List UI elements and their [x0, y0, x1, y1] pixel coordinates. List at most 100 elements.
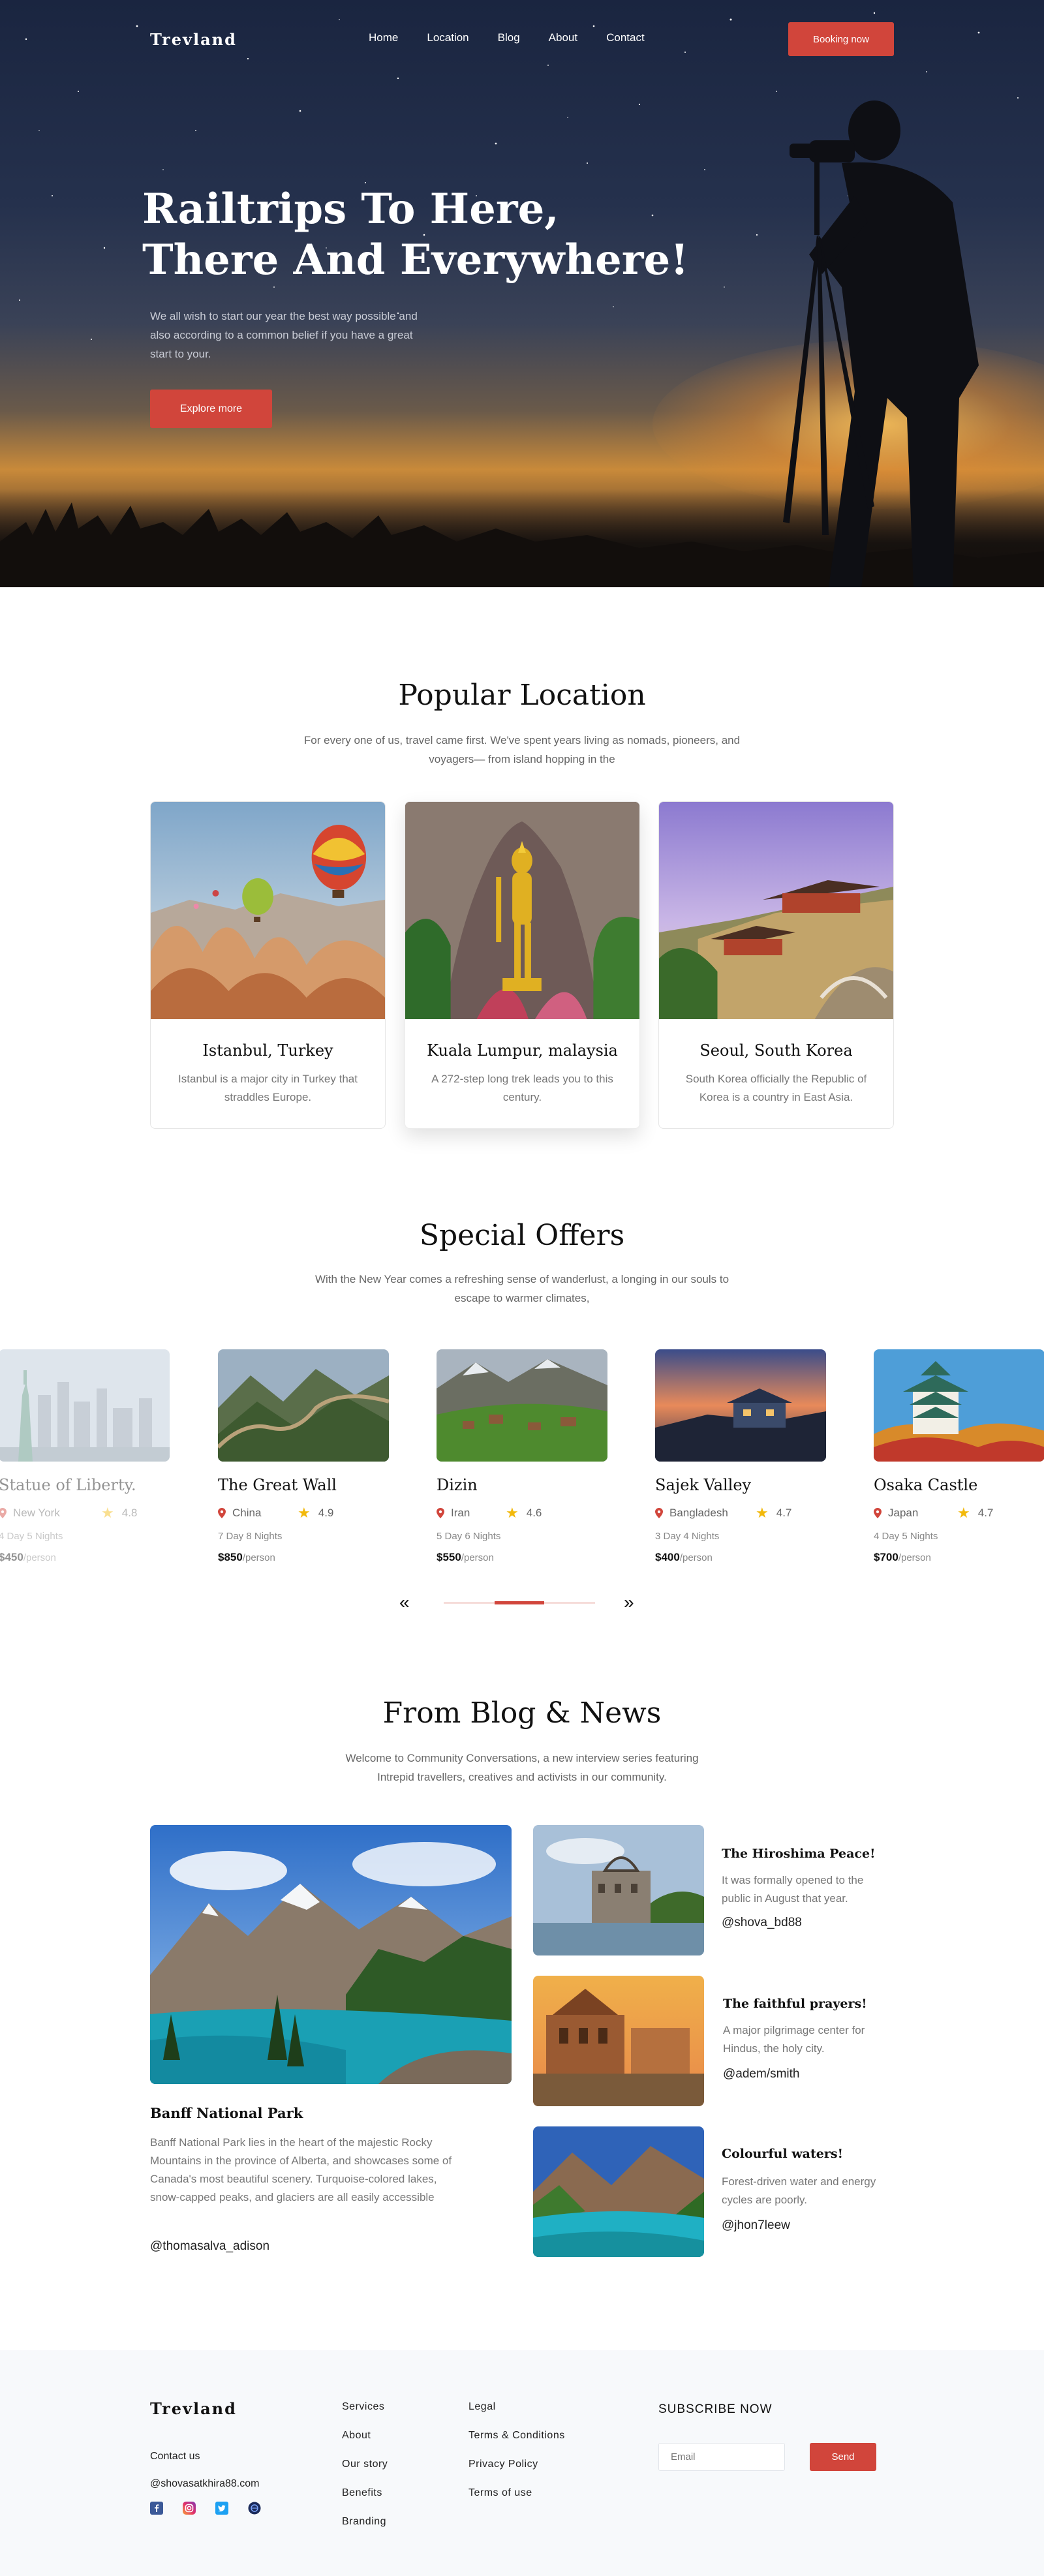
offer-duration: 5 Day 6 Nights	[437, 1531, 501, 1542]
nav-home[interactable]: Home	[369, 31, 398, 44]
offer-title: Dizin	[437, 1476, 478, 1494]
blog-main-author[interactable]: @thomasalva_adison	[150, 2239, 269, 2254]
footer-link-our-story[interactable]: Our story	[342, 2459, 388, 2470]
offer-duration: 4 Day 5 Nights	[0, 1531, 63, 1542]
special-offers-title: Special Offers	[419, 1219, 625, 1252]
slider-progress-track[interactable]	[444, 1601, 595, 1604]
nav-blog[interactable]: Blog	[498, 31, 520, 44]
footer-link-about[interactable]: About	[342, 2430, 371, 2442]
offer-country: China	[232, 1507, 262, 1519]
twitter-icon[interactable]	[215, 2502, 228, 2515]
blog-post-desc: It was formally opened to the public in …	[722, 1874, 864, 1905]
blog-title: From Blog & News	[382, 1696, 662, 1730]
location-card-seoul[interactable]: Seoul, South Korea South Korea officiall…	[658, 801, 894, 1129]
offer-title: Statue of Liberty.	[0, 1476, 136, 1494]
offer-rating: 4.8	[121, 1507, 138, 1519]
kuala-lumpur-statue-image	[405, 802, 639, 1019]
footer-link-branding[interactable]: Branding	[342, 2516, 386, 2528]
slider-next-button[interactable]: »	[624, 1592, 634, 1613]
footer-link-terms-of-use[interactable]: Terms of use	[468, 2487, 532, 2499]
offer-card-sajek-valley[interactable]: Sajek Valley Bangladesh ★ 4.7 3 Day 4 Ni…	[655, 1349, 826, 1564]
blog-main-image[interactable]	[150, 1825, 512, 2084]
blog-post-image-waters[interactable]	[533, 2126, 704, 2257]
blog-post-desc: A major pilgrimage center for Hindus, th…	[723, 2024, 865, 2055]
blog-post-author[interactable]: @shova_bd88	[722, 1916, 802, 1930]
offer-title: The Great Wall	[218, 1476, 337, 1494]
footer-link-privacy-policy[interactable]: Privacy Policy	[468, 2459, 538, 2470]
offer-meta: Iran ★ 4.6	[437, 1505, 607, 1522]
site-footer: Trevland Contact us @shovasatkhira88.com…	[0, 2350, 1044, 2576]
instagram-icon[interactable]	[183, 2502, 196, 2515]
nav-location[interactable]: Location	[427, 31, 468, 44]
blog-post-title[interactable]: The faithful prayers!	[723, 1997, 867, 2011]
offer-country: Iran	[451, 1507, 470, 1519]
social-links	[150, 2502, 261, 2515]
location-pin-icon	[874, 1508, 882, 1518]
top-navigation: Trevland Home Location Blog About Contac…	[0, 0, 1044, 78]
popular-location-subtitle: For every one of us, travel came first. …	[303, 734, 741, 765]
offer-title: Sajek Valley	[655, 1476, 752, 1494]
globe-icon[interactable]	[248, 2502, 261, 2515]
nav-contact[interactable]: Contact	[606, 31, 645, 44]
location-card-kuala-lumpur[interactable]: Kuala Lumpur, malaysia A 272-step long t…	[405, 801, 640, 1129]
offer-price-unit: /person	[461, 1552, 494, 1563]
offer-price-unit: /person	[898, 1552, 931, 1563]
hero-lead: We all wish to start our year the best w…	[150, 310, 418, 360]
offer-meta: Japan ★ 4.7	[874, 1505, 1044, 1522]
location-pin-icon	[0, 1508, 7, 1518]
offer-meta: Bangladesh ★ 4.7	[655, 1505, 826, 1522]
offer-price-value: $550	[437, 1551, 461, 1563]
offer-card-great-wall[interactable]: The Great Wall China ★ 4.9 7 Day 8 Night…	[218, 1349, 389, 1564]
blog-post-author[interactable]: @jhon7leew	[722, 2218, 790, 2233]
footer-logo[interactable]: Trevland	[150, 2399, 237, 2418]
offer-price-value: $700	[874, 1551, 898, 1563]
blog-post-author[interactable]: @adem/smith	[723, 2067, 800, 2081]
offer-price-unit: /person	[679, 1552, 713, 1563]
offer-duration: 3 Day 4 Nights	[655, 1531, 720, 1542]
holy-city-image	[533, 1976, 704, 2106]
subscribe-email-input[interactable]	[658, 2443, 785, 2471]
footer-link-services[interactable]: Services	[342, 2401, 384, 2413]
great-wall-image	[218, 1349, 389, 1462]
nav-about[interactable]: About	[549, 31, 577, 44]
footer-link-legal[interactable]: Legal	[468, 2401, 496, 2413]
offer-price: $450/person	[0, 1551, 170, 1564]
hero-title-line-1: Railtrips To Here,	[142, 185, 559, 234]
brand-logo[interactable]: Trevland	[150, 30, 237, 49]
location-card-istanbul[interactable]: Istanbul, Turkey Istanbul is a major cit…	[150, 801, 386, 1129]
offer-rating: 4.7	[776, 1507, 792, 1519]
slider-prev-button[interactable]: «	[399, 1592, 410, 1613]
statue-of-liberty-image	[0, 1349, 170, 1462]
offer-card-osaka-castle[interactable]: Osaka Castle Japan ★ 4.7 4 Day 5 Nights …	[874, 1349, 1044, 1564]
blog-post-image-prayers[interactable]	[533, 1976, 704, 2106]
footer-email[interactable]: @shovasatkhira88.com	[150, 2478, 259, 2490]
location-card-desc: A 272-step long trek leads you to this c…	[431, 1073, 613, 1103]
offer-rating: 4.6	[526, 1507, 542, 1519]
blog-main-title[interactable]: Banff National Park	[150, 2105, 303, 2121]
star-icon: ★	[756, 1505, 769, 1521]
offer-card-dizin[interactable]: Dizin Iran ★ 4.6 5 Day 6 Nights $550/per…	[437, 1349, 607, 1564]
booking-now-button[interactable]: Booking now	[788, 22, 894, 56]
footer-contact-label: Contact us	[150, 2451, 200, 2462]
location-pin-icon	[655, 1508, 663, 1518]
offer-price-value: $450	[0, 1551, 23, 1563]
subscribe-send-button[interactable]: Send	[810, 2443, 876, 2471]
blog-post-title[interactable]: The Hiroshima Peace!	[722, 1847, 875, 1861]
location-card-desc: Istanbul is a major city in Turkey that …	[178, 1073, 358, 1103]
explore-more-button[interactable]: Explore more	[150, 390, 272, 428]
osaka-castle-image	[874, 1349, 1044, 1462]
seoul-temple-image	[659, 802, 893, 1019]
footer-link-benefits[interactable]: Benefits	[342, 2487, 382, 2499]
footer-link-terms-conditions[interactable]: Terms & Conditions	[468, 2430, 565, 2442]
offer-country: Japan	[888, 1507, 919, 1519]
offer-country: New York	[13, 1507, 60, 1519]
subscribe-title: SUBSCRIBE NOW	[658, 2402, 773, 2416]
hero-title: Railtrips To Here, There And Everywhere!	[142, 184, 729, 286]
photographer-silhouette	[783, 100, 979, 587]
blog-post-title[interactable]: Colourful waters!	[722, 2147, 843, 2161]
star-icon: ★	[506, 1505, 519, 1521]
facebook-icon[interactable]	[150, 2502, 163, 2515]
blog-post-image-hiroshima[interactable]	[533, 1825, 704, 1955]
star-icon: ★	[298, 1505, 311, 1521]
offer-card-statue-of-liberty[interactable]: Statue of Liberty. New York ★ 4.8 4 Day …	[0, 1349, 170, 1564]
